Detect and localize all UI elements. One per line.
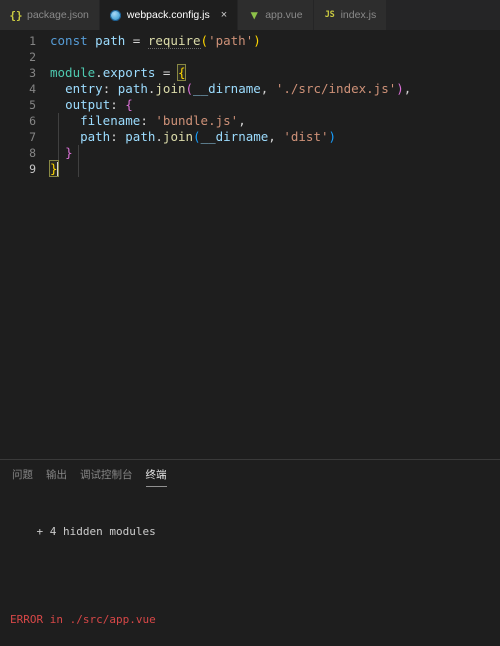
- panel-tab-debug-console[interactable]: 调试控制台: [80, 460, 133, 490]
- terminal-output[interactable]: + 4 hidden modules ERROR in ./src/app.vu…: [0, 490, 500, 646]
- line-number: 1: [29, 34, 36, 48]
- code-line-text: module.exports = {: [50, 64, 187, 81]
- code-line: 1 const path = require('path'): [0, 33, 500, 49]
- panel-tab-terminal[interactable]: 终端: [145, 460, 167, 490]
- panel-tab-problems[interactable]: 问题: [12, 460, 33, 490]
- editor-tab-package-json[interactable]: {} package.json: [0, 0, 100, 30]
- code-line: 4 entry: path.join(__dirname, './src/ind…: [0, 81, 500, 97]
- bottom-panel: 问题 输出 调试控制台 终端 + 4 hidden modules ERROR …: [0, 459, 500, 646]
- code-line-text: filename: 'bundle.js',: [80, 113, 246, 128]
- text-cursor: [56, 162, 58, 176]
- close-icon[interactable]: ×: [221, 9, 227, 21]
- terminal-text: + 4 hidden modules: [10, 525, 156, 539]
- code-line: 8 }: [0, 145, 500, 161]
- line-number: 4: [29, 82, 36, 96]
- editor-tab-index-js[interactable]: JS index.js: [313, 0, 388, 30]
- editor-tab-label: app.vue: [265, 9, 303, 21]
- code-line: 2: [0, 49, 500, 65]
- editor-tab-webpack-config-js[interactable]: webpack.config.js ×: [99, 0, 239, 30]
- webpack-icon: [110, 9, 122, 21]
- code-line-text: output: {: [65, 97, 133, 112]
- editor-tab-app-vue[interactable]: ▼ app.vue: [238, 0, 314, 30]
- code-line-text: entry: path.join(__dirname, './src/index…: [65, 81, 412, 96]
- js-icon: JS: [324, 10, 335, 20]
- code-line-text: }: [65, 145, 73, 160]
- code-line: 7 path: path.join(__dirname, 'dist'): [0, 129, 500, 145]
- vscode-window: {} package.json webpack.config.js × ▼ ap…: [0, 0, 500, 646]
- line-number: 7: [29, 130, 36, 144]
- code-line-current: 9 }: [0, 160, 500, 177]
- vue-icon: ▼: [250, 8, 258, 22]
- terminal-line: + 4 hidden modules: [10, 525, 500, 540]
- code-line-text: path: path.join(__dirname, 'dist'): [80, 129, 337, 144]
- line-number: 9: [29, 162, 36, 176]
- panel-tab-bar: 问题 输出 调试控制台 终端: [0, 460, 500, 490]
- code-line-text: const path = require('path'): [50, 33, 261, 49]
- terminal-line: ERROR in ./src/app.vue: [10, 613, 500, 628]
- line-number: 8: [29, 146, 36, 160]
- line-number: 5: [29, 98, 36, 112]
- editor-tab-bar: {} package.json webpack.config.js × ▼ ap…: [0, 0, 500, 30]
- code-content: 1 const path = require('path') 2 3 modul…: [0, 30, 500, 177]
- code-editor[interactable]: 1 const path = require('path') 2 3 modul…: [0, 30, 500, 459]
- line-number: 2: [29, 50, 36, 64]
- code-line: 6 filename: 'bundle.js',: [0, 113, 500, 129]
- editor-tab-label: index.js: [340, 9, 377, 21]
- terminal-text: ERROR in ./src/app.vue: [10, 612, 156, 626]
- code-line-text: }: [49, 160, 59, 177]
- panel-tab-output[interactable]: 输出: [46, 460, 67, 490]
- json-icon: {}: [9, 8, 23, 22]
- code-line: 5 output: {: [0, 97, 500, 113]
- line-number: 3: [29, 66, 36, 80]
- tab-bar-empty-space: [387, 0, 500, 30]
- editor-tab-label: package.json: [27, 9, 89, 21]
- editor-tab-label: webpack.config.js: [126, 9, 210, 21]
- line-number: 6: [29, 114, 36, 128]
- code-line: 3 module.exports = {: [0, 64, 500, 81]
